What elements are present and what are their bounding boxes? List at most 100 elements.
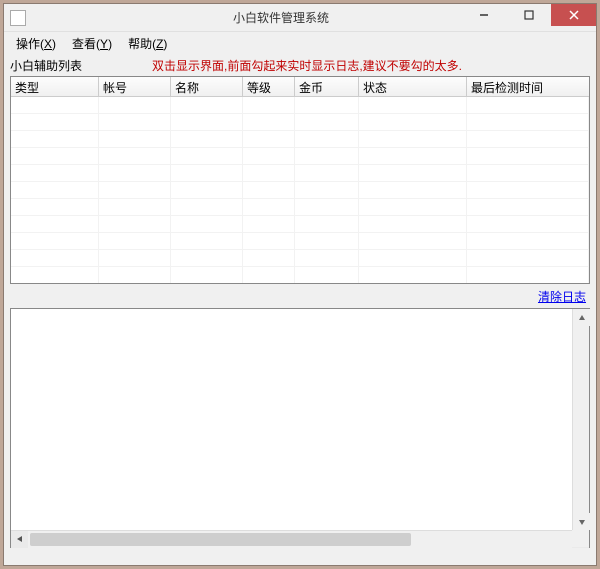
table-cell bbox=[467, 250, 589, 267]
menu-bar: 操作(X) 查看(Y) 帮助(Z) bbox=[4, 32, 596, 54]
listview-label-row: 小白辅助列表 双击显示界面,前面勾起来实时显示日志,建议不要勾的太多. bbox=[10, 56, 590, 74]
menu-view[interactable]: 查看(Y) bbox=[64, 33, 120, 54]
close-button[interactable] bbox=[551, 4, 596, 26]
table-cell bbox=[467, 114, 589, 131]
table-cell bbox=[295, 97, 359, 114]
clear-log-row: 清除日志 bbox=[10, 286, 590, 306]
table-cell bbox=[11, 148, 99, 165]
table-cell bbox=[11, 165, 99, 182]
scroll-up-icon[interactable] bbox=[573, 309, 590, 326]
scroll-left-icon[interactable] bbox=[11, 531, 28, 548]
table-cell bbox=[467, 131, 589, 148]
table-row[interactable] bbox=[11, 199, 589, 216]
table-row[interactable] bbox=[11, 250, 589, 267]
table-cell bbox=[467, 165, 589, 182]
col-type[interactable]: 类型 bbox=[11, 77, 99, 96]
table-cell bbox=[295, 233, 359, 250]
menu-help[interactable]: 帮助(Z) bbox=[120, 33, 175, 54]
table-row[interactable] bbox=[11, 97, 589, 114]
list-body[interactable] bbox=[11, 97, 589, 283]
table-cell bbox=[243, 165, 295, 182]
listview-notice: 双击显示界面,前面勾起来实时显示日志,建议不要勾的太多. bbox=[152, 57, 462, 74]
table-cell bbox=[243, 114, 295, 131]
table-cell bbox=[467, 182, 589, 199]
listview-label: 小白辅助列表 bbox=[10, 57, 82, 74]
table-row[interactable] bbox=[11, 148, 589, 165]
log-vertical-scrollbar[interactable] bbox=[572, 309, 589, 530]
table-cell bbox=[359, 250, 467, 267]
maximize-icon bbox=[524, 10, 534, 20]
scroll-corner bbox=[572, 530, 589, 547]
log-area[interactable] bbox=[10, 308, 590, 548]
assistant-list[interactable]: 类型 帐号 名称 等级 金币 状态 最后检测时间 bbox=[10, 76, 590, 284]
main-window: 小白软件管理系统 操作(X) 查看(Y) 帮助(Z) 小白辅助列表 双 bbox=[3, 3, 597, 566]
table-cell bbox=[171, 131, 243, 148]
table-cell bbox=[359, 233, 467, 250]
table-cell bbox=[11, 199, 99, 216]
menu-help-label: 帮助 bbox=[128, 37, 152, 51]
table-cell bbox=[11, 97, 99, 114]
table-row[interactable] bbox=[11, 233, 589, 250]
scroll-down-icon[interactable] bbox=[573, 513, 590, 530]
table-cell bbox=[99, 233, 171, 250]
table-cell bbox=[467, 97, 589, 114]
table-cell bbox=[359, 114, 467, 131]
clear-log-link[interactable]: 清除日志 bbox=[538, 288, 586, 305]
table-cell bbox=[359, 148, 467, 165]
table-cell bbox=[243, 148, 295, 165]
table-row[interactable] bbox=[11, 182, 589, 199]
table-cell bbox=[295, 216, 359, 233]
col-gold[interactable]: 金币 bbox=[295, 77, 359, 96]
maximize-button[interactable] bbox=[506, 4, 551, 26]
hscroll-thumb[interactable] bbox=[30, 533, 411, 546]
table-row[interactable] bbox=[11, 131, 589, 148]
col-status[interactable]: 状态 bbox=[359, 77, 467, 96]
menu-operate[interactable]: 操作(X) bbox=[8, 33, 64, 54]
menu-operate-hotkey: X bbox=[44, 37, 52, 51]
table-cell bbox=[359, 267, 467, 283]
table-cell bbox=[295, 131, 359, 148]
window-controls bbox=[461, 4, 596, 26]
table-row[interactable] bbox=[11, 216, 589, 233]
table-cell bbox=[11, 182, 99, 199]
table-cell bbox=[359, 199, 467, 216]
col-lastcheck[interactable]: 最后检测时间 bbox=[467, 77, 589, 96]
table-cell bbox=[243, 233, 295, 250]
table-row[interactable] bbox=[11, 114, 589, 131]
table-cell bbox=[243, 267, 295, 283]
table-cell bbox=[99, 165, 171, 182]
minimize-button[interactable] bbox=[461, 4, 506, 26]
table-cell bbox=[171, 165, 243, 182]
hscroll-track[interactable] bbox=[28, 531, 572, 548]
menu-view-label: 查看 bbox=[72, 37, 96, 51]
table-cell bbox=[171, 182, 243, 199]
table-row[interactable] bbox=[11, 267, 589, 283]
table-cell bbox=[99, 114, 171, 131]
content-area: 小白辅助列表 双击显示界面,前面勾起来实时显示日志,建议不要勾的太多. 类型 帐… bbox=[10, 56, 590, 559]
col-account[interactable]: 帐号 bbox=[99, 77, 171, 96]
table-cell bbox=[171, 267, 243, 283]
table-cell bbox=[359, 165, 467, 182]
table-cell bbox=[171, 216, 243, 233]
table-cell bbox=[171, 148, 243, 165]
col-name[interactable]: 名称 bbox=[171, 77, 243, 96]
table-cell bbox=[359, 216, 467, 233]
table-cell bbox=[171, 97, 243, 114]
table-cell bbox=[295, 148, 359, 165]
table-row[interactable] bbox=[11, 165, 589, 182]
table-cell bbox=[243, 97, 295, 114]
col-level[interactable]: 等级 bbox=[243, 77, 295, 96]
table-cell bbox=[467, 148, 589, 165]
table-cell bbox=[99, 250, 171, 267]
table-cell bbox=[359, 131, 467, 148]
table-cell bbox=[11, 267, 99, 283]
table-cell bbox=[99, 267, 171, 283]
log-horizontal-scrollbar[interactable] bbox=[11, 530, 589, 547]
table-cell bbox=[99, 148, 171, 165]
table-cell bbox=[99, 182, 171, 199]
table-cell bbox=[99, 199, 171, 216]
table-cell bbox=[295, 165, 359, 182]
table-cell bbox=[295, 114, 359, 131]
table-cell bbox=[99, 131, 171, 148]
table-cell bbox=[11, 114, 99, 131]
